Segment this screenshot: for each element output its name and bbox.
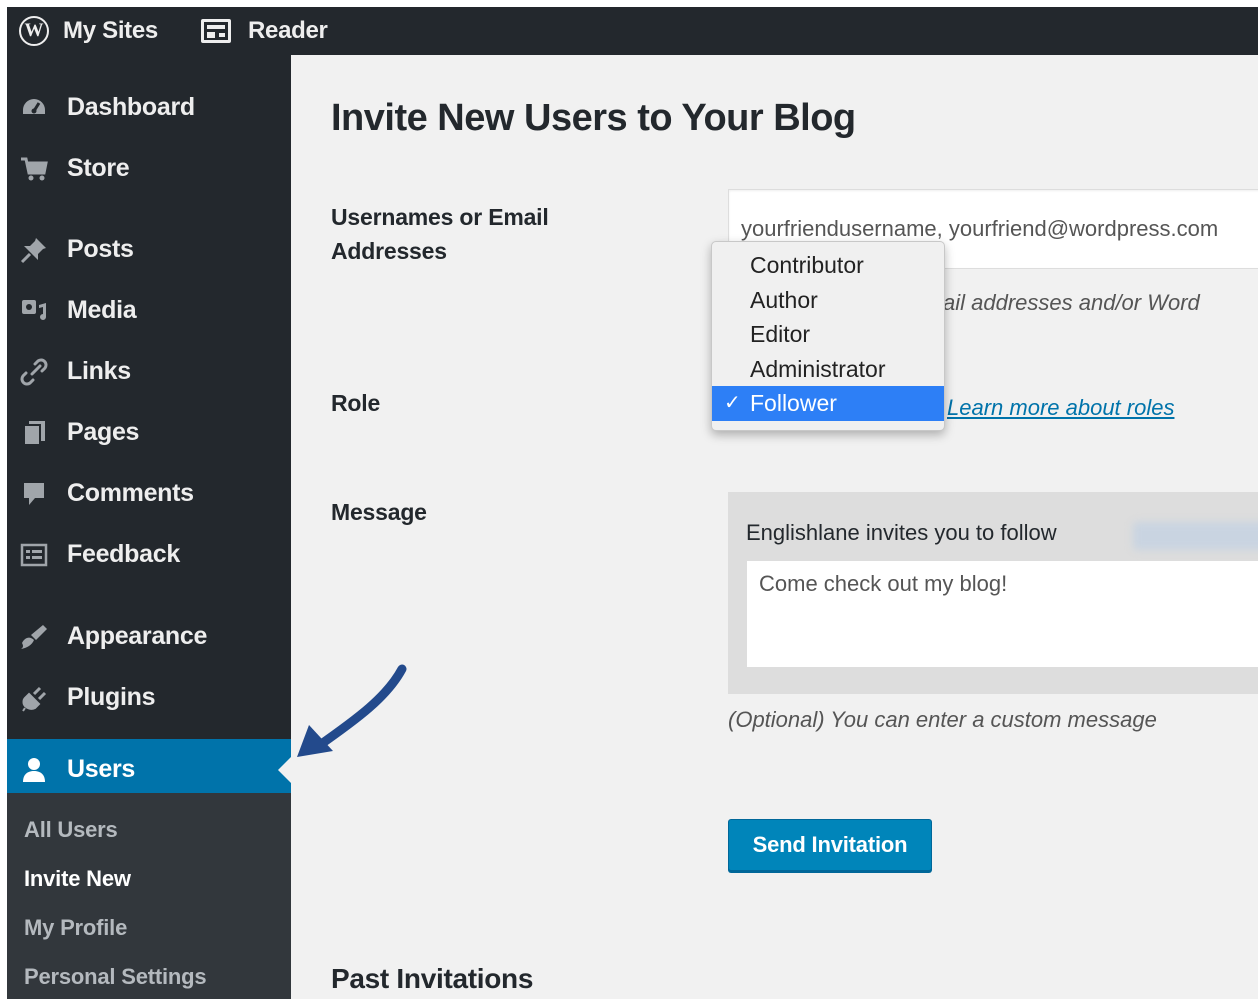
message-intro: Englishlane invites you to follow [746, 520, 1057, 545]
sidebar-item-label: Posts [67, 235, 134, 263]
sidebar-item-plugins[interactable]: Plugins [7, 667, 291, 728]
sidebar-item-label: Plugins [67, 683, 156, 711]
pin-icon [19, 235, 49, 265]
submenu-item-invite-new[interactable]: Invite New [24, 866, 131, 892]
reader-button[interactable]: Reader [201, 7, 328, 55]
sidebar-item-label: Pages [67, 418, 140, 446]
reader-label: Reader [248, 17, 328, 44]
role-label: Role [331, 390, 381, 416]
send-invitation-button[interactable]: Send Invitation [728, 819, 932, 871]
role-option-label: Administrator [750, 355, 886, 382]
cart-icon [19, 154, 49, 184]
users-submenu: All Users Invite New My Profile Personal… [7, 793, 291, 999]
message-textarea[interactable]: Come check out my blog! [746, 560, 1258, 668]
sidebar-item-feedback[interactable]: Feedback [7, 524, 291, 585]
sidebar-item-comments[interactable]: Comments [7, 463, 291, 524]
usernames-label: Usernames or Email Addresses [331, 200, 549, 268]
role-option-author[interactable]: Author [712, 283, 944, 318]
reader-icon [201, 19, 231, 43]
sidebar-item-label: Dashboard [67, 93, 195, 121]
user-icon [19, 755, 49, 785]
sidebar-item-posts[interactable]: Posts [7, 219, 291, 280]
comment-icon [19, 479, 49, 509]
role-option-contributor[interactable]: Contributor [712, 248, 944, 283]
usernames-label-line1: Usernames or Email [331, 204, 549, 230]
my-sites-label: My Sites [63, 17, 158, 44]
sidebar-item-label: Store [67, 154, 130, 182]
annotation-arrow-icon [297, 664, 407, 757]
sidebar-item-links[interactable]: Links [7, 341, 291, 402]
submenu-item-all-users[interactable]: All Users [24, 817, 118, 843]
sidebar-item-label: Links [67, 357, 131, 385]
checkmark-icon: ✓ [724, 392, 741, 414]
sidebar-item-users[interactable]: Users [7, 739, 291, 800]
media-icon [19, 296, 49, 326]
sidebar-item-media[interactable]: Media [7, 280, 291, 341]
role-option-label: Editor [750, 321, 811, 347]
my-sites-button[interactable]: W My Sites [19, 7, 158, 55]
blurred-blog-name [1133, 522, 1258, 550]
role-option-label: Contributor [750, 252, 864, 278]
role-option-editor[interactable]: Editor [712, 317, 944, 352]
sidebar-item-label: Users [67, 755, 135, 783]
sidebar-item-store[interactable]: Store [7, 138, 291, 199]
message-label: Message [331, 499, 427, 525]
sidebar-item-label: Comments [67, 479, 194, 507]
submenu-item-personal-settings[interactable]: Personal Settings [24, 964, 207, 990]
link-icon [19, 357, 49, 387]
plug-icon [19, 683, 49, 713]
role-option-label: Author [750, 286, 818, 313]
sidebar-item-dashboard[interactable]: Dashboard [7, 77, 291, 138]
role-option-administrator[interactable]: Administrator [712, 352, 944, 387]
message-box: Englishlane invites you to follow Come c… [728, 492, 1258, 694]
role-option-label: Follower [750, 390, 837, 416]
sidebar-item-label: Appearance [67, 622, 208, 650]
dashboard-icon [19, 93, 49, 123]
feedback-icon [19, 540, 49, 570]
role-dropdown[interactable]: Contributor Author Editor Administrator … [711, 241, 945, 431]
main-content: Invite New Users to Your Blog Usernames … [291, 55, 1258, 999]
sidebar-item-label: Media [67, 296, 137, 324]
admin-bar: W My Sites Reader [7, 7, 1258, 55]
sidebar-item-label: Feedback [67, 540, 180, 568]
wordpress-logo-icon: W [19, 16, 49, 46]
sidebar-item-appearance[interactable]: Appearance [7, 606, 291, 667]
pages-icon [19, 418, 49, 448]
learn-more-roles-link[interactable]: Learn more about roles [947, 395, 1174, 421]
past-invitations-heading: Past Invitations [331, 963, 534, 994]
sidebar-item-pages[interactable]: Pages [7, 402, 291, 463]
message-hint: (Optional) You can enter a custom messag… [728, 707, 1157, 732]
role-option-follower[interactable]: ✓ Follower [712, 386, 944, 421]
submenu-item-my-profile[interactable]: My Profile [24, 915, 127, 941]
app-window: W My Sites Reader Dashboard Store Posts [7, 7, 1258, 999]
brush-icon [19, 622, 49, 652]
page-title: Invite New Users to Your Blog [331, 97, 856, 139]
usernames-hint: ail addresses and/or Word [943, 290, 1200, 315]
usernames-label-line2: Addresses [331, 238, 447, 264]
